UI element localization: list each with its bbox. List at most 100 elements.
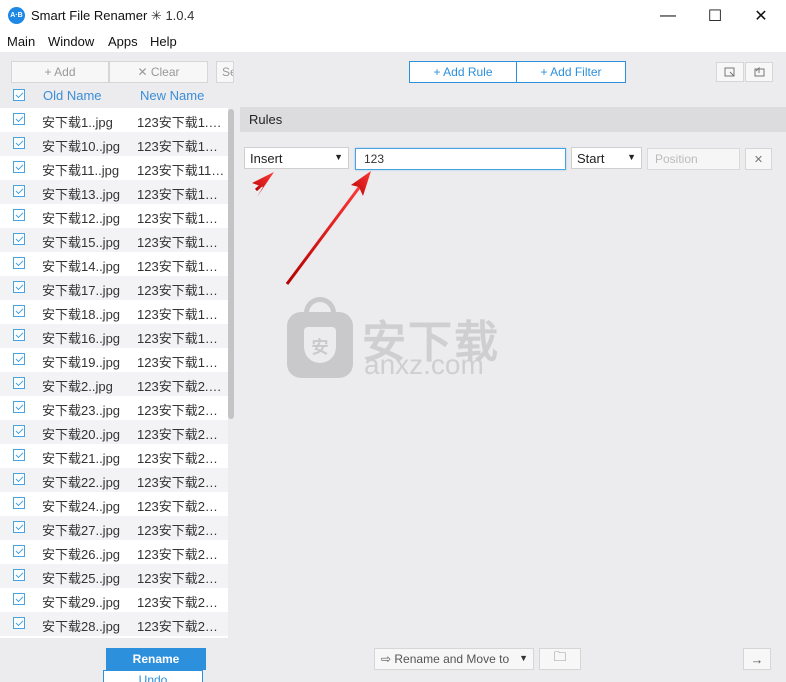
- clear-files-button[interactable]: ✕ Clear: [109, 61, 208, 83]
- file-checkbox[interactable]: [13, 209, 25, 221]
- file-new-name: 123安下载17..jpg: [137, 283, 225, 298]
- file-checkbox[interactable]: [13, 137, 25, 149]
- remove-rule-button[interactable]: ✕: [745, 148, 772, 170]
- add-rule-button[interactable]: + Add Rule: [410, 62, 517, 82]
- preset-load-button[interactable]: [716, 62, 744, 82]
- file-checkbox[interactable]: [13, 305, 25, 317]
- file-old-name: 安下载16..jpg: [42, 331, 121, 346]
- file-new-name: 123安下载19..jpg: [137, 355, 225, 370]
- file-row[interactable]: 安下载19..jpg 123安下载19..jpg: [0, 348, 228, 372]
- file-checkbox[interactable]: [13, 281, 25, 293]
- file-old-name: 安下载19..jpg: [42, 355, 121, 370]
- save-preset-icon: [754, 66, 765, 77]
- file-checkbox[interactable]: [13, 377, 25, 389]
- rule-action-select[interactable]: Insert ▼: [244, 147, 349, 169]
- file-row[interactable]: 安下载16..jpg 123安下载16..jpg: [0, 324, 228, 348]
- file-row[interactable]: 安下载14..jpg 123安下载14..jpg: [0, 252, 228, 276]
- file-checkbox[interactable]: [13, 473, 25, 485]
- file-new-name: 123安下载29..jpg: [137, 595, 225, 610]
- file-row[interactable]: 安下载12..jpg 123安下载12..jpg: [0, 204, 228, 228]
- file-new-name: 123安下载22..jpg: [137, 475, 225, 490]
- file-checkbox[interactable]: [13, 113, 25, 125]
- app-logo-icon: A·B: [8, 7, 25, 24]
- minimize-button[interactable]: —: [645, 0, 691, 32]
- file-checkbox[interactable]: [13, 329, 25, 341]
- file-row[interactable]: 安下载17..jpg 123安下载17..jpg: [0, 276, 228, 300]
- file-old-name: 安下载13..jpg: [42, 187, 121, 202]
- close-button[interactable]: ✕: [738, 0, 784, 32]
- menu-help[interactable]: Help: [150, 34, 177, 49]
- rename-move-label: ⇨ Rename and Move to: [381, 652, 510, 666]
- file-row[interactable]: 安下载22..jpg 123安下载22..jpg: [0, 468, 228, 492]
- menu-main[interactable]: Main: [7, 34, 35, 49]
- rename-button[interactable]: Rename: [106, 648, 206, 670]
- file-list-scrollbar[interactable]: [228, 109, 234, 419]
- next-button[interactable]: →: [743, 648, 771, 670]
- insert-text-input[interactable]: 123: [355, 148, 566, 170]
- folder-icon: 🗀: [553, 649, 567, 664]
- file-row[interactable]: 安下载29..jpg 123安下载29..jpg: [0, 588, 228, 612]
- file-row[interactable]: 安下载26..jpg 123安下载26..jpg: [0, 540, 228, 564]
- file-row[interactable]: 安下载10..jpg 123安下载10..jpg: [0, 132, 228, 156]
- file-checkbox[interactable]: [13, 401, 25, 413]
- menu-apps[interactable]: Apps: [108, 34, 138, 49]
- file-old-name: 安下载14..jpg: [42, 259, 121, 274]
- file-checkbox[interactable]: [13, 353, 25, 365]
- file-checkbox[interactable]: [13, 161, 25, 173]
- file-row[interactable]: 安下载20..jpg 123安下载20..jpg: [0, 420, 228, 444]
- preset-save-button[interactable]: [745, 62, 773, 82]
- folder-button[interactable]: 🗀: [539, 648, 581, 670]
- old-name-column-header[interactable]: Old Name: [43, 88, 102, 103]
- file-new-name: 123安下载28..jpg: [137, 619, 225, 634]
- file-checkbox[interactable]: [13, 569, 25, 581]
- file-row[interactable]: 安下载24..jpg 123安下载24..jpg: [0, 492, 228, 516]
- file-checkbox[interactable]: [13, 497, 25, 509]
- position-input[interactable]: Position: [647, 148, 740, 170]
- menu-window[interactable]: Window: [48, 34, 94, 49]
- file-row[interactable]: 安下载2..jpg 123安下载2..jpg: [0, 372, 228, 396]
- file-new-name: 123安下载24..jpg: [137, 499, 225, 514]
- file-row[interactable]: 安下载25..jpg 123安下载25..jpg: [0, 564, 228, 588]
- add-filter-button[interactable]: + Add Filter: [517, 62, 625, 82]
- file-checkbox[interactable]: [13, 425, 25, 437]
- file-checkbox[interactable]: [13, 521, 25, 533]
- rule-position-select[interactable]: Start ▼: [571, 147, 642, 169]
- file-new-name: 123安下载11..jpg: [137, 163, 225, 178]
- file-checkbox[interactable]: [13, 545, 25, 557]
- file-row[interactable]: 安下载15..jpg 123安下载15..jpg: [0, 228, 228, 252]
- file-row[interactable]: 安下载27..jpg 123安下载27..jpg: [0, 516, 228, 540]
- file-old-name: 安下载11..jpg: [42, 163, 120, 178]
- file-row[interactable]: 安下载21..jpg 123安下载21..jpg: [0, 444, 228, 468]
- add-files-button[interactable]: + Add: [11, 61, 109, 83]
- chevron-down-icon: ▼: [627, 152, 636, 162]
- file-old-name: 安下载24..jpg: [42, 499, 121, 514]
- file-row[interactable]: 安下载13..jpg 123安下载13..jpg: [0, 180, 228, 204]
- new-name-column-header[interactable]: New Name: [140, 88, 204, 103]
- add-rule-filter-group: + Add Rule + Add Filter: [409, 61, 626, 83]
- file-checkbox[interactable]: [13, 449, 25, 461]
- file-new-name: 123安下载15..jpg: [137, 235, 225, 250]
- file-checkbox[interactable]: [13, 233, 25, 245]
- select-button[interactable]: Se: [216, 61, 234, 83]
- file-checkbox[interactable]: [13, 257, 25, 269]
- file-checkbox[interactable]: [13, 185, 25, 197]
- file-new-name: 123安下载16..jpg: [137, 331, 225, 346]
- file-row[interactable]: 安下载23..jpg 123安下载23..jpg: [0, 396, 228, 420]
- rename-move-dropdown[interactable]: ⇨ Rename and Move to ▼: [374, 648, 534, 670]
- file-old-name: 安下载25..jpg: [42, 571, 121, 586]
- maximize-button[interactable]: ☐: [692, 0, 738, 32]
- file-old-name: 安下载18..jpg: [42, 307, 121, 322]
- undo-button[interactable]: Undo: [103, 670, 203, 682]
- file-row[interactable]: 安下载11..jpg 123安下载11..jpg: [0, 156, 228, 180]
- file-checkbox[interactable]: [13, 617, 25, 629]
- file-row[interactable]: 安下载18..jpg 123安下载18..jpg: [0, 300, 228, 324]
- arrow-right-icon: →: [750, 651, 764, 667]
- app-name: Smart File Renamer: [31, 8, 148, 23]
- rules-title: Rules: [249, 112, 283, 127]
- file-old-name: 安下载28..jpg: [42, 619, 121, 634]
- file-checkbox[interactable]: [13, 593, 25, 605]
- select-all-checkbox[interactable]: [13, 89, 25, 101]
- file-old-name: 安下载21..jpg: [42, 451, 121, 466]
- file-row[interactable]: 安下载28..jpg 123安下载28..jpg: [0, 612, 228, 636]
- file-row[interactable]: 安下载1..jpg 123安下载1..jpg: [0, 108, 228, 132]
